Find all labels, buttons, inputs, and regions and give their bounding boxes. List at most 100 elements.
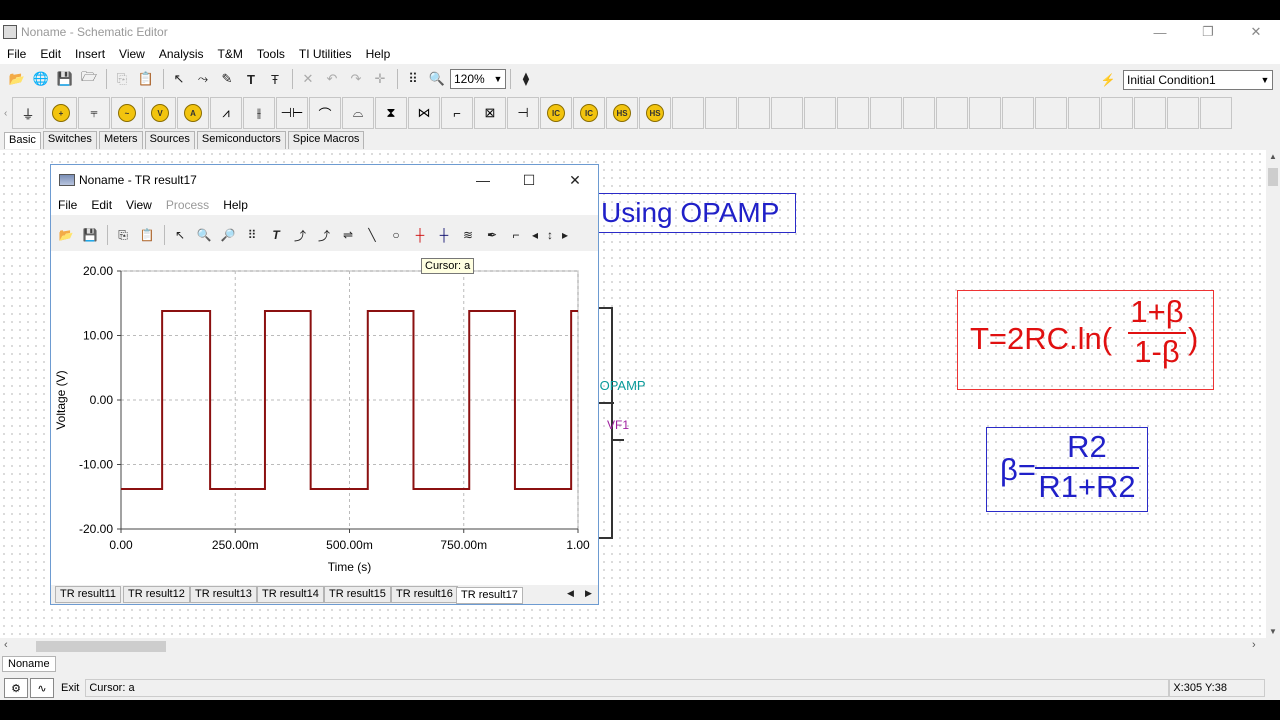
paste-icon[interactable]: 📋	[135, 68, 157, 90]
voltage-source-icon[interactable]: ~	[111, 97, 143, 129]
scroll-right-icon[interactable]: ›	[1252, 639, 1256, 651]
tab-spice-macros[interactable]: Spice Macros	[287, 131, 365, 149]
zoom-icon[interactable]: 🔍	[426, 68, 448, 90]
wire-icon[interactable]: ⤳	[192, 68, 214, 90]
arrow-updown-icon[interactable]: ↕	[543, 224, 557, 246]
tab-tr-result12[interactable]: TR result12	[123, 586, 190, 603]
current-source-icon[interactable]: IC	[540, 97, 572, 129]
beta-formula-box[interactable]: β= R2 R1+R2	[986, 427, 1148, 512]
text-icon[interactable]: T	[265, 224, 287, 246]
menu-edit[interactable]: Edit	[33, 47, 68, 61]
result-menu-view[interactable]: View	[119, 198, 159, 212]
resistor-icon[interactable]: ⩘	[210, 97, 242, 129]
circuit-title-box[interactable]: Using OPAMP	[590, 193, 796, 233]
curve-edit-icon[interactable]: ⤴	[313, 224, 335, 246]
paste-icon[interactable]: 📋	[136, 224, 158, 246]
ground-icon[interactable]: ⏚	[12, 97, 44, 129]
potentiometer-icon[interactable]: ⫲	[243, 97, 275, 129]
grid-icon[interactable]: ⠿	[241, 224, 263, 246]
inductor-icon[interactable]: ⌒	[309, 97, 341, 129]
result-menu-process[interactable]: Process	[159, 198, 216, 212]
menu-help[interactable]: Help	[359, 47, 398, 61]
ammeter-icon[interactable]: A	[177, 97, 209, 129]
select-arrow-icon[interactable]: ↖	[168, 68, 190, 90]
minimize-button[interactable]: —	[1136, 20, 1184, 44]
schematic-mode-icon[interactable]: ⚙	[4, 678, 28, 698]
battery-icon[interactable]: +	[45, 97, 77, 129]
relay-icon[interactable]: ⊠	[474, 97, 506, 129]
menu-ti-utilities[interactable]: TI Utilities	[292, 47, 359, 61]
open-folder-icon[interactable]: 📂	[55, 224, 77, 246]
pen-icon[interactable]: ✎	[216, 68, 238, 90]
controlled-source-icon[interactable]: IC	[573, 97, 605, 129]
junction-icon[interactable]: ✛	[369, 68, 391, 90]
menu-view[interactable]: View	[112, 47, 152, 61]
tab-scroll-left-icon[interactable]: ◀	[567, 588, 574, 599]
tab-tr-result15[interactable]: TR result15	[324, 586, 391, 603]
text-rotate-icon[interactable]: Ŧ	[264, 68, 286, 90]
analysis-probe-icon[interactable]: ⧫	[515, 68, 537, 90]
scroll-down-icon[interactable]: ▼	[1266, 627, 1280, 636]
menu-tools[interactable]: Tools	[250, 47, 292, 61]
initial-condition-icon[interactable]: ⚡	[1097, 70, 1119, 90]
redo-icon[interactable]: ↷	[345, 68, 367, 90]
scroll-left-icon[interactable]: ‹	[4, 108, 12, 119]
source-hs-icon[interactable]: HS	[606, 97, 638, 129]
select-arrow-icon[interactable]: ↖	[169, 224, 191, 246]
tab-tr-result11[interactable]: TR result11	[55, 586, 122, 603]
result-menu-edit[interactable]: Edit	[84, 198, 119, 212]
tr-result-window[interactable]: Noname - TR result17 — ☐ ✕ File Edit Vie…	[50, 164, 599, 605]
tab-tr-result14[interactable]: TR result14	[257, 586, 324, 603]
result-menu-help[interactable]: Help	[216, 198, 255, 212]
open-project-icon[interactable]: 🗁	[78, 68, 100, 90]
tab-tr-result16[interactable]: TR result16	[391, 586, 458, 603]
scroll-thumb[interactable]	[36, 641, 166, 652]
horizontal-scrollbar[interactable]: ‹ ›	[0, 638, 1266, 654]
delete-icon[interactable]: ✕	[297, 68, 319, 90]
curve-add-icon[interactable]: ≋	[457, 224, 479, 246]
restore-button[interactable]: ❐	[1184, 20, 1232, 44]
tab-meters[interactable]: Meters	[98, 131, 143, 149]
result-menu-file[interactable]: File	[51, 198, 84, 212]
tab-tr-result17[interactable]: TR result17	[456, 587, 523, 604]
coupled-inductor-icon[interactable]: ⋈	[408, 97, 440, 129]
grid-icon[interactable]: ⠿	[402, 68, 424, 90]
open-web-icon[interactable]: 🌐	[30, 68, 52, 90]
tab-semiconductors[interactable]: Semiconductors	[196, 131, 286, 149]
circle-icon[interactable]: ○	[385, 224, 407, 246]
tab-basic[interactable]: Basic	[4, 132, 41, 149]
curve-label-icon[interactable]: ⇌	[337, 224, 359, 246]
close-button[interactable]: ✕	[552, 165, 598, 195]
scroll-left-icon[interactable]: ‹	[4, 639, 8, 651]
text-icon[interactable]: T	[240, 68, 262, 90]
chart-area[interactable]: 20.00 10.00 0.00 -10.00 -20.00 0.00 250.00m 500…	[51, 251, 598, 585]
schematic-wire[interactable]	[598, 307, 612, 309]
tab-noname[interactable]: Noname	[2, 656, 56, 672]
copy-icon[interactable]: ⎘	[112, 224, 134, 246]
switch-icon[interactable]: ⌐	[441, 97, 473, 129]
schematic-wire[interactable]	[598, 402, 614, 404]
menu-tm[interactable]: T&M	[211, 47, 250, 61]
tab-sources[interactable]: Sources	[144, 131, 195, 149]
pipette-icon[interactable]: ✒	[481, 224, 503, 246]
scroll-thumb[interactable]	[1268, 168, 1278, 186]
tab-switches[interactable]: Switches	[42, 131, 97, 149]
line-icon[interactable]: ╲	[361, 224, 383, 246]
tab-scroll-right-icon[interactable]: ▶	[585, 588, 592, 599]
capacitor-stack-icon[interactable]: ⫧	[78, 97, 110, 129]
initial-condition-select[interactable]: Initial Condition1 ▼	[1123, 70, 1273, 90]
close-button[interactable]: ✕	[1232, 20, 1280, 44]
transformer-icon[interactable]: ⧗	[375, 97, 407, 129]
source-hs2-icon[interactable]: HS	[639, 97, 671, 129]
maximize-button[interactable]: ☐	[506, 165, 552, 195]
menu-analysis[interactable]: Analysis	[152, 47, 211, 61]
zoom-select[interactable]: 120% ▼	[450, 69, 506, 89]
menu-file[interactable]: File	[0, 47, 33, 61]
terminal-icon[interactable]: ⊣	[507, 97, 539, 129]
schematic-wire[interactable]	[598, 537, 613, 539]
save-icon[interactable]: 💾	[79, 224, 101, 246]
save-icon[interactable]: 💾	[54, 68, 76, 90]
zoom-100-icon[interactable]: 🔎	[217, 224, 239, 246]
diagram-mode-icon[interactable]: ∿	[30, 678, 54, 698]
variable-inductor-icon[interactable]: ⌓	[342, 97, 374, 129]
